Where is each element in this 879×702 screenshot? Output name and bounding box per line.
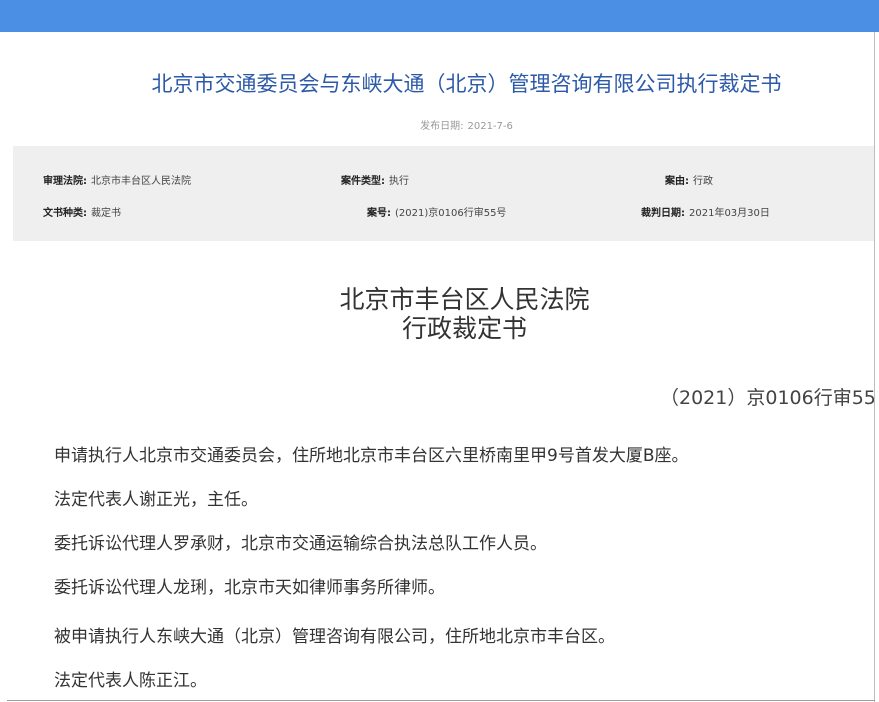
publish-date-label: 发布日期:: [420, 121, 464, 132]
meta-case-no: 案号: (2021)京0106行审55号: [367, 204, 506, 219]
meta-case-no-label: 案号:: [367, 208, 391, 219]
paragraph-agent-1: 委托诉讼代理人罗承财，北京市交通运输综合执法总队工作人员。: [54, 534, 547, 554]
meta-court-value: 北京市丰台区人民法院: [91, 176, 191, 187]
case-number: （2021）京0106行审55: [660, 387, 874, 409]
meta-case-type: 案件类型: 执行: [341, 172, 409, 187]
meta-judgment-date: 裁判日期: 2021年03月30日: [641, 204, 770, 219]
court-name-heading: 北京市丰台区人民法院: [339, 285, 590, 314]
meta-court-label: 审理法院:: [43, 176, 87, 187]
meta-court: 审理法院: 北京市丰台区人民法院: [43, 172, 191, 187]
right-frame-edge: [874, 32, 879, 702]
meta-case-type-value: 执行: [389, 176, 409, 187]
meta-doc-type-label: 文书种类:: [43, 208, 87, 219]
document-title: 北京市交通委员会与东峡大通（北京）管理咨询有限公司执行裁定书: [151, 72, 782, 96]
paragraph-legal-rep: 法定代表人谢正光，主任。: [54, 490, 258, 510]
paragraph-respondent-rep: 法定代表人陈正江。: [54, 671, 207, 691]
paragraph-agent-2: 委托诉讼代理人龙琍，北京市天如律师事务所律师。: [54, 578, 445, 598]
meta-judgment-date-value: 2021年03月30日: [689, 208, 770, 219]
case-meta-panel: 审理法院: 北京市丰台区人民法院 案件类型: 执行 案由: 行政 文书种类: 裁定书 案…: [13, 146, 874, 241]
meta-cause: 案由: 行政: [665, 172, 713, 187]
meta-cause-label: 案由:: [665, 176, 689, 187]
paragraph-applicant: 申请执行人北京市交通委员会，住所地北京市丰台区六里桥南里甲9号首发大厦B座。: [54, 446, 689, 466]
meta-doc-type-value: 裁定书: [91, 208, 121, 219]
paragraph-respondent: 被申请执行人东峡大通（北京）管理咨询有限公司，住所地北京市丰台区。: [54, 627, 615, 647]
meta-case-type-label: 案件类型:: [341, 176, 385, 187]
bottom-divider: [7, 700, 875, 701]
meta-judgment-date-label: 裁判日期:: [641, 208, 685, 219]
publish-date: 发布日期: 2021-7-6: [7, 117, 874, 132]
meta-doc-type: 文书种类: 裁定书: [43, 204, 121, 219]
document-viewport: 北京市交通委员会与东峡大通（北京）管理咨询有限公司执行裁定书 发布日期: 2021…: [0, 0, 874, 702]
publish-date-value: 2021-7-6: [467, 121, 513, 132]
document-kind-heading: 行政裁定书: [401, 314, 527, 343]
meta-case-no-value: (2021)京0106行审55号: [395, 208, 507, 219]
meta-cause-value: 行政: [693, 176, 713, 187]
